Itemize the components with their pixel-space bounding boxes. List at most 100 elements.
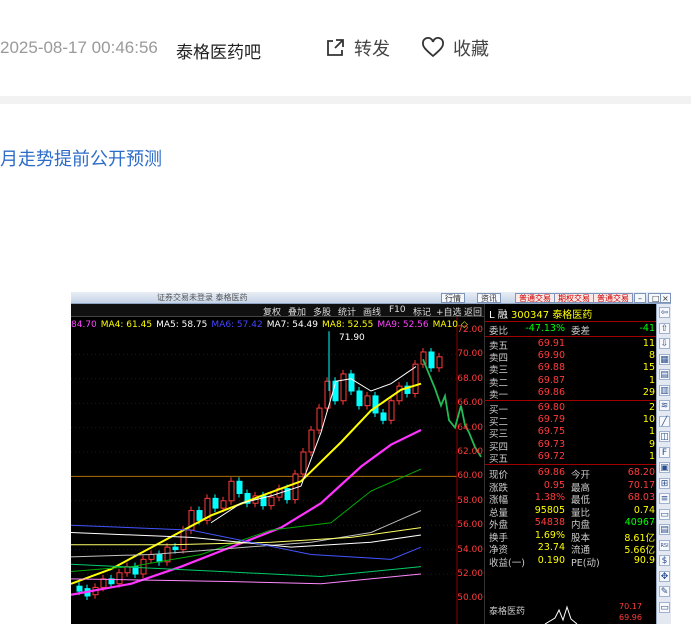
side-tool-icon[interactable]: ▭ (659, 508, 670, 520)
post-title-link[interactable]: 月走势提前公开预测 (0, 145, 162, 171)
panel-divider (485, 464, 657, 465)
side-tool-icon[interactable]: ▭ (659, 601, 670, 613)
quote-tab[interactable]: 行情 (441, 293, 465, 303)
section-divider (0, 96, 691, 104)
ma-value: MA9: 52.56 (377, 320, 429, 330)
bids-price: 69.80 (537, 402, 565, 413)
asks-row: 卖五 69.91 11 (485, 338, 657, 352)
side-tool-icon[interactable]: RSI (659, 539, 670, 551)
side-tool-icon[interactable]: ▦ (659, 353, 670, 365)
stat-value: 68.20 (627, 467, 655, 478)
stat-label: PE(动) (571, 557, 600, 569)
trade-tab-2[interactable]: 普通交易 (593, 293, 633, 303)
candle (236, 480, 243, 494)
candle (148, 553, 155, 560)
favorite-button[interactable]: 收藏 (421, 34, 489, 62)
side-tool-icon[interactable]: ⇦ (659, 307, 670, 318)
kline-chart[interactable] (71, 317, 484, 624)
asks-volume: 15 (642, 362, 655, 374)
candle (268, 496, 275, 507)
asks-row: 卖三 69.88 15 (485, 362, 657, 376)
bids-row: 买三 69.75 1 (485, 426, 657, 440)
price-tick-label: 54.00 (457, 544, 483, 555)
bids-price: 69.73 (537, 438, 565, 450)
stock-header: L 融 300347 泰格医药 (485, 306, 657, 321)
bids-volume: 2 (648, 402, 655, 413)
side-tool-icon[interactable]: ▤ (659, 524, 670, 535)
close-icon[interactable]: × (660, 293, 671, 303)
asks-price: 69.88 (537, 362, 565, 374)
stat-value: 40967 (624, 517, 655, 528)
side-tool-icon[interactable]: ✎ (659, 586, 670, 597)
side-tool-icon[interactable]: ▤ (659, 369, 670, 380)
asks-volume: 1 (648, 374, 655, 386)
price-tick-label: 52.00 (457, 569, 483, 579)
candle (340, 373, 347, 402)
stat-value: 70.17 (627, 479, 655, 491)
bids-row: 买一 69.80 2 (485, 402, 657, 416)
candle (428, 351, 435, 369)
bids-volume: 10 (642, 414, 655, 426)
share-button[interactable]: 转发 (324, 34, 390, 62)
post-bar-name[interactable]: 泰格医药吧 (176, 38, 261, 63)
mini-last: 69.96 (619, 613, 642, 622)
mini-intraday-chart (544, 605, 578, 624)
asks-price: 69.87 (537, 374, 565, 386)
chart-toolbar: 复权 叠加 多股 统计 画线 F10 标记 +自选 返回 (71, 304, 486, 318)
side-tool-icon[interactable]: ✥ (659, 570, 670, 582)
price-tick-label: 62.00 (457, 447, 483, 457)
stock-screenshot: 证券交易未登录 泰格医药 行情 资讯 普通交易 期权交易 普通交易 – □ × … (71, 292, 671, 624)
stat-value: 0.190 (537, 554, 565, 566)
quote-panel: L 融 300347 泰格医药 委比 -47.13% 委差 -41 卖五 69.9… (484, 304, 657, 624)
ma-line-pink (71, 573, 422, 585)
stat-value: 1.69% (534, 529, 565, 541)
side-tool-icon[interactable]: ◫ (659, 431, 670, 442)
side-tool-icon[interactable]: ╱ (659, 415, 670, 427)
side-tool-icon[interactable]: ⊞ (659, 477, 670, 489)
candle (308, 429, 315, 453)
candle (220, 500, 227, 509)
candle (380, 412, 387, 421)
stat-row: 现价 69.86 今开 68.20 (485, 467, 657, 481)
stat-row: 涨幅 1.38% 最低 68.03 (485, 492, 657, 506)
minimize-icon[interactable]: – (634, 293, 646, 303)
ma-value: MA7: 54.49 (266, 320, 319, 330)
side-tool-icon[interactable]: ▣ (659, 462, 670, 473)
price-tick-label: 70.00 (457, 349, 483, 360)
candle (116, 572, 123, 585)
candle (436, 356, 443, 369)
candle (156, 553, 163, 563)
weicha-label: 委差 (571, 326, 591, 337)
asks-price: 69.91 (537, 338, 565, 349)
side-tool-icon[interactable]: ⇩ (659, 338, 670, 349)
option-trade-tab[interactable]: 期权交易 (554, 293, 594, 303)
news-tab[interactable]: 资讯 (477, 293, 501, 303)
tool-f10[interactable]: F10 (389, 305, 406, 315)
side-tool-icon[interactable]: ≡ (659, 493, 670, 504)
asks-volume: 29 (642, 386, 655, 398)
asks-label: 卖一 (489, 389, 509, 401)
asks-row: 卖一 69.86 29 (485, 386, 657, 401)
side-tool-icon[interactable]: F (659, 446, 670, 458)
candle (388, 400, 395, 421)
trade-tab[interactable]: 普通交易 (515, 293, 555, 303)
ma-value: MA6: 57.42 (211, 320, 263, 330)
side-tool-icon[interactable]: $ (659, 555, 670, 566)
candle (292, 473, 299, 501)
stat-label: 收益(一) (489, 557, 525, 569)
side-tool-icon[interactable]: ⇧ (659, 322, 670, 334)
side-tool-icon[interactable]: ▥ (659, 384, 670, 396)
ma-line-yellow (71, 382, 422, 585)
candle (316, 407, 323, 431)
stat-row: 外盘 54838 内盘 40967 (485, 517, 657, 531)
candle (228, 480, 235, 502)
side-tool-icon[interactable]: ≋ (659, 400, 670, 411)
ma-value: 84.70 (71, 320, 97, 330)
stat-value: 1.38% (534, 492, 565, 503)
share-icon (327, 39, 344, 56)
bids-row: 买五 69.72 1 (485, 451, 657, 465)
heart-icon (422, 37, 444, 58)
post-datetime: 2025-08-17 00:46:56 (0, 38, 158, 57)
asks-row: 卖四 69.90 8 (485, 350, 657, 364)
candle (300, 451, 307, 475)
